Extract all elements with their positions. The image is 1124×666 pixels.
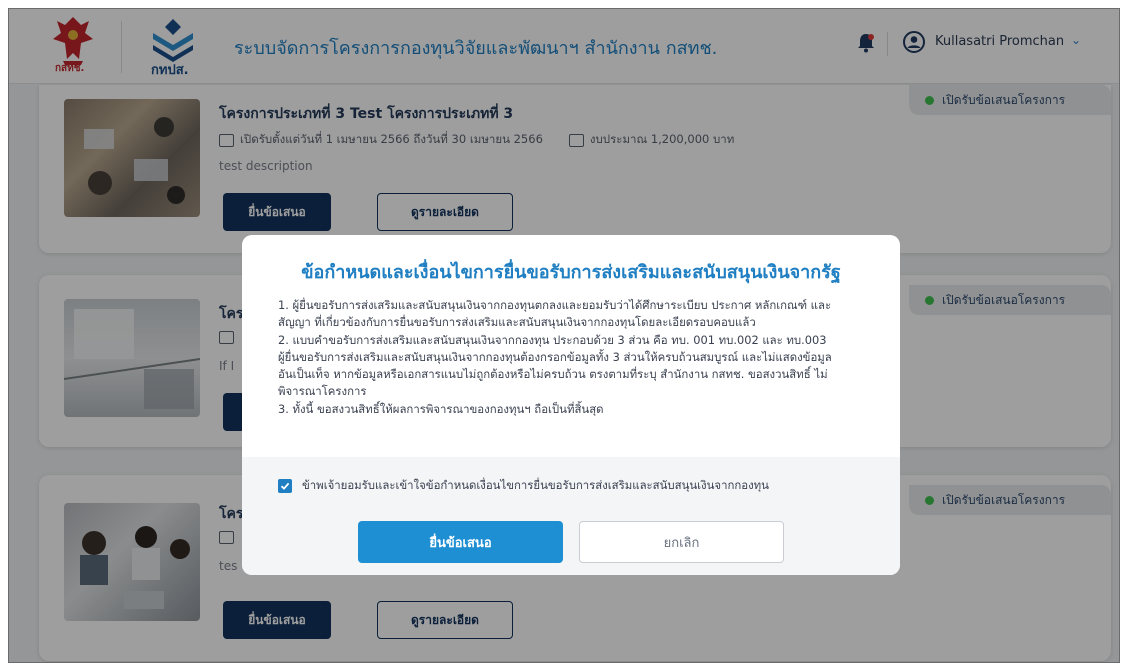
terms-line: อันเป็นเท็จ หากข้อมูลหรือเอกสารแนบไม่ถูก… bbox=[278, 367, 828, 382]
terms-modal: ข้อกำหนดและเงื่อนไขการยื่นขอรับการส่งเสร… bbox=[242, 235, 900, 575]
checkmark-icon bbox=[280, 482, 290, 490]
agree-checkbox[interactable] bbox=[278, 479, 292, 493]
terms-line: 2. แบบคำขอรับการส่งเสริมและสนับสนุนเงินจ… bbox=[278, 332, 827, 347]
terms-line: ผู้ยื่นขอรับการส่งเสริมและสนับสนุนเงินจา… bbox=[278, 349, 832, 364]
submit-proposal-button[interactable]: ยื่นข้อเสนอ bbox=[358, 521, 563, 563]
terms-line: สัญญา ที่เกี่ยวข้องกับการยื่นขอรับการส่ง… bbox=[278, 315, 756, 330]
app-window: กสทช. กทปส. ระบบจัดการโครงการกองทุนวิจัย… bbox=[8, 8, 1120, 663]
terms-line: 3. ทั้งนี้ ขอสงวนสิทธิ์ให้ผลการพิจารณาขอ… bbox=[278, 401, 604, 416]
modal-title: ข้อกำหนดและเงื่อนไขการยื่นขอรับการส่งเสร… bbox=[301, 262, 841, 283]
terms-line: พิจารณาโครงการ bbox=[278, 384, 367, 399]
terms-line: 1. ผู้ยื่นขอรับการส่งเสริมและสนับสนุนเงิ… bbox=[278, 298, 832, 312]
agree-label[interactable]: ข้าพเจ้ายอมรับและเข้าใจข้อกำหนดเงื่อนไขก… bbox=[302, 477, 769, 495]
agree-row: ข้าพเจ้ายอมรับและเข้าใจข้อกำหนดเงื่อนไขก… bbox=[278, 477, 769, 495]
terms-body: 1. ผู้ยื่นขอรับการส่งเสริมและสนับสนุนเงิ… bbox=[278, 297, 878, 418]
cancel-button[interactable]: ยกเลิก bbox=[579, 521, 784, 563]
modal-footer: ข้าพเจ้ายอมรับและเข้าใจข้อกำหนดเงื่อนไขก… bbox=[242, 457, 900, 575]
